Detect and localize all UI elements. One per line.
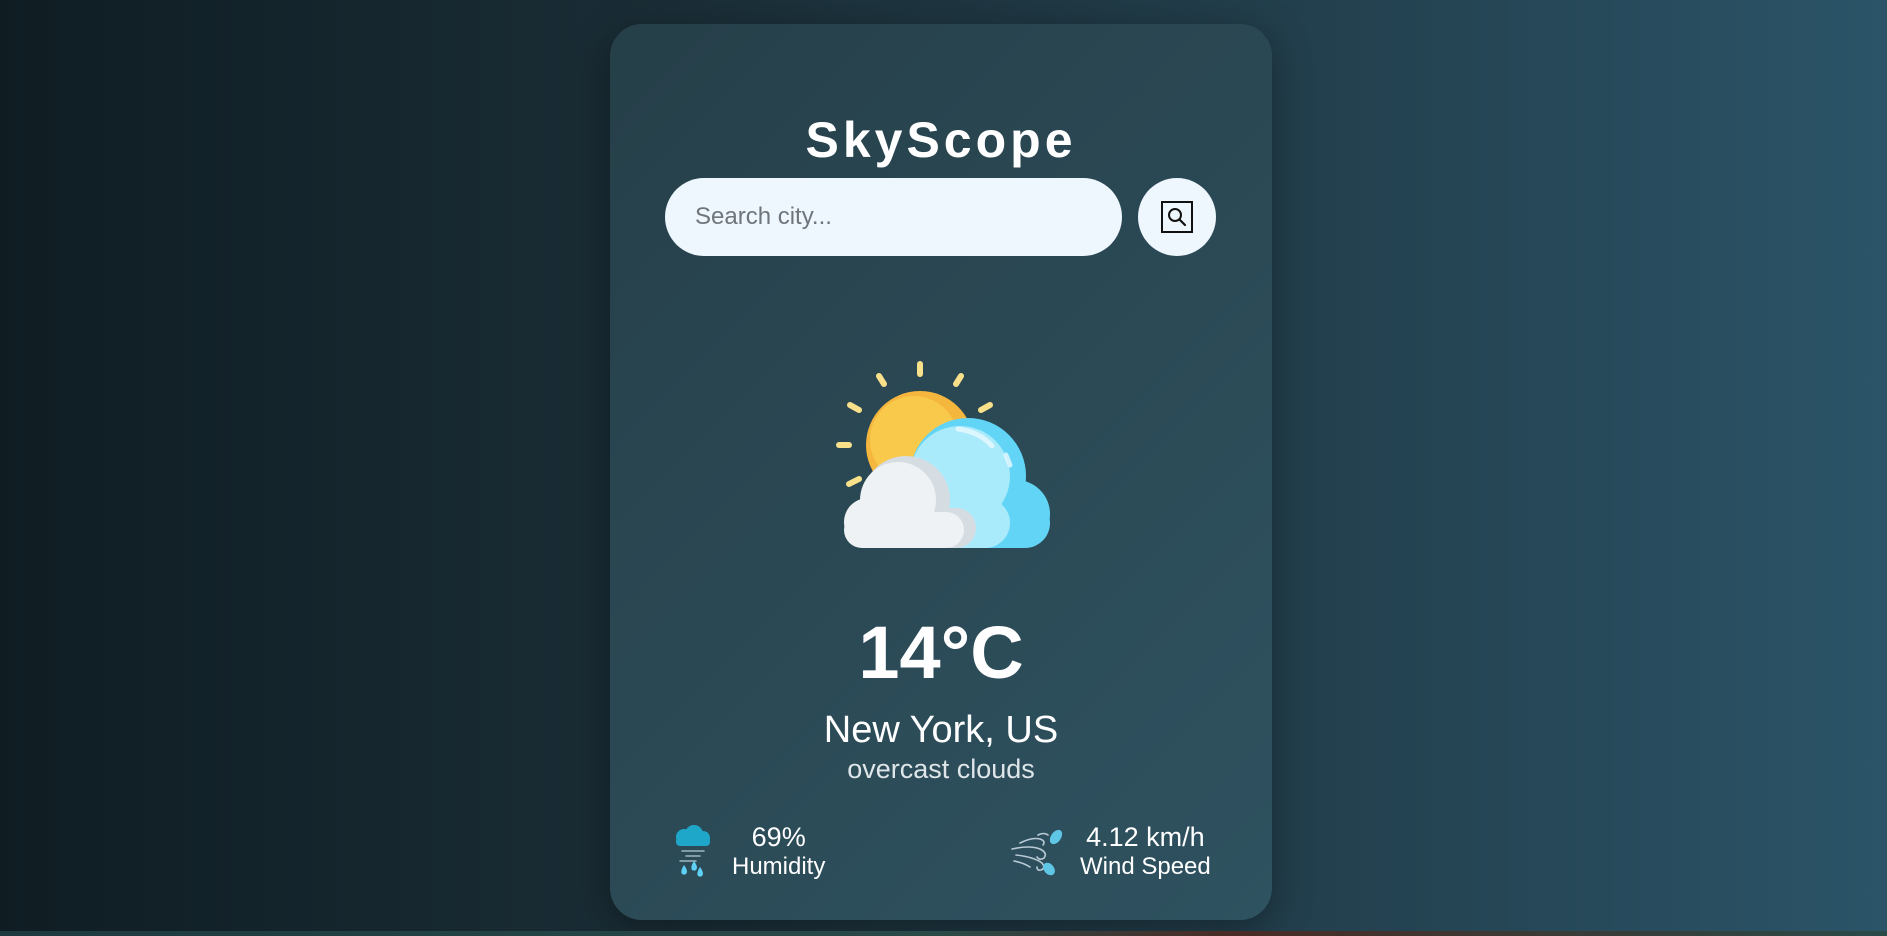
humidity-value: 69%	[751, 822, 806, 852]
wind-stat: 4.12 km/h Wind Speed	[1010, 820, 1211, 884]
weather-card: SkyScope Search city... 14°C New York, U…	[610, 24, 1272, 920]
wind-value: 4.12 km/h	[1086, 822, 1205, 852]
temperature: 14°C	[858, 611, 1024, 694]
city-name: New York, US	[823, 709, 1059, 751]
search-icon	[1161, 201, 1193, 233]
wind-label: Wind Speed	[1080, 853, 1211, 880]
humidity-stat: 69% Humidity	[670, 820, 825, 884]
app-title: SkyScope	[805, 112, 1077, 168]
search-button[interactable]	[1138, 178, 1216, 256]
partly-cloudy-icon	[836, 361, 1050, 548]
wind-icon	[1011, 829, 1063, 876]
bottom-edge	[0, 931, 1887, 936]
search-input[interactable]	[665, 178, 1122, 256]
weather-description: overcast clouds	[847, 754, 1035, 784]
humidity-label: Humidity	[732, 853, 826, 880]
humidity-icon	[676, 825, 710, 877]
